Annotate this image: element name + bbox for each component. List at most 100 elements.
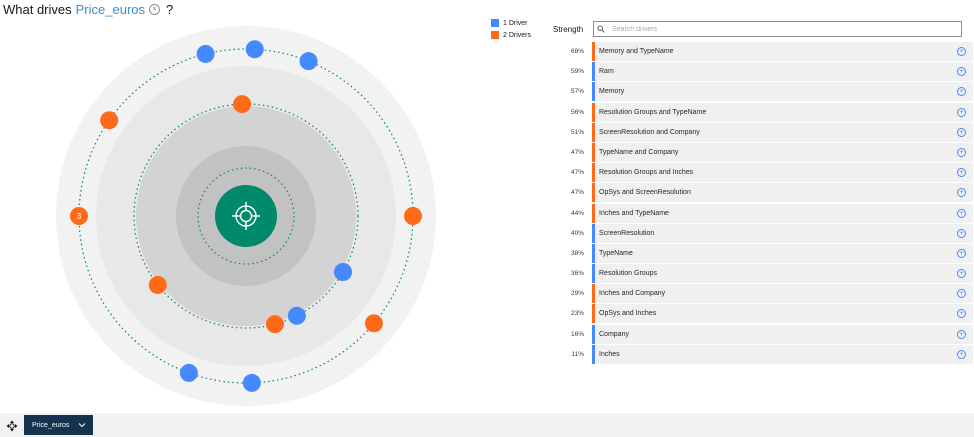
driver-cell[interactable]: TypeName and Company + xyxy=(592,142,973,162)
one-driver-node[interactable] xyxy=(287,306,306,325)
driver-row[interactable]: 47% Resolution Groups and Inches + xyxy=(560,163,973,183)
driver-orbit-chart: 3 xyxy=(56,26,436,406)
clear-target-icon[interactable]: × xyxy=(149,4,161,15)
strength-value: 36% xyxy=(570,270,584,278)
add-driver-icon[interactable]: + xyxy=(957,188,966,198)
driver-row[interactable]: 56% Resolution Groups and TypeName + xyxy=(560,102,973,122)
driver-name: ScreenResolution and Company xyxy=(599,128,700,136)
add-driver-icon[interactable]: + xyxy=(957,228,966,238)
one-driver-node[interactable] xyxy=(179,363,198,382)
driver-cell[interactable]: Memory + xyxy=(592,82,973,102)
driver-row[interactable]: 36% Resolution Groups + xyxy=(560,264,973,284)
driver-cell[interactable]: Inches and TypeName + xyxy=(592,203,973,223)
driver-cell[interactable]: Memory and TypeName + xyxy=(592,42,973,61)
driver-row[interactable]: 38% TypeName + xyxy=(560,243,973,263)
driver-row[interactable]: 40% ScreenResolution + xyxy=(560,223,973,243)
driver-cell[interactable]: ScreenResolution and Company + xyxy=(592,122,973,142)
search-icon xyxy=(594,25,608,33)
driver-cell[interactable]: Ram + xyxy=(592,62,973,82)
target-field-label: Price_euros xyxy=(32,421,70,429)
strength-column-header: Strength xyxy=(553,25,584,34)
driver-name: Inches xyxy=(599,350,620,358)
search-drivers-input[interactable] xyxy=(608,25,942,33)
driver-cell[interactable]: Resolution Groups and Inches + xyxy=(592,163,973,183)
chevron-down-icon xyxy=(78,423,86,428)
driver-row[interactable]: 16% Company + xyxy=(560,324,973,344)
target-field-dropdown[interactable]: Price_euros xyxy=(24,415,93,435)
add-driver-icon[interactable]: + xyxy=(957,309,966,319)
driver-cell[interactable]: TypeName + xyxy=(592,243,973,263)
strength-value: 59% xyxy=(570,68,584,76)
add-driver-icon[interactable]: + xyxy=(957,349,966,359)
strength-value: 29% xyxy=(570,290,584,298)
driver-row[interactable]: 44% Inches and TypeName + xyxy=(560,203,973,223)
add-driver-icon[interactable]: + xyxy=(957,107,966,117)
add-driver-icon[interactable]: + xyxy=(957,329,966,339)
driver-cell[interactable]: Resolution Groups + xyxy=(592,264,973,284)
add-driver-icon[interactable]: + xyxy=(957,147,966,157)
driver-cell[interactable]: Inches + xyxy=(592,344,973,364)
add-driver-icon[interactable]: + xyxy=(957,67,966,77)
driver-row[interactable]: 47% TypeName and Company + xyxy=(560,142,973,162)
add-driver-icon[interactable]: + xyxy=(957,87,966,97)
node-count-label: 3 xyxy=(77,212,82,221)
driver-row[interactable]: 68% Memory and TypeName + xyxy=(560,42,973,61)
add-driver-icon[interactable]: + xyxy=(957,248,966,258)
two-driver-node[interactable] xyxy=(404,207,422,225)
driver-row[interactable]: 59% Ram + xyxy=(560,62,973,82)
two-driver-node[interactable] xyxy=(148,275,167,294)
driver-cell[interactable]: OpSys and Inches + xyxy=(592,304,973,324)
strength-value: 44% xyxy=(570,209,584,217)
driver-row[interactable]: 23% OpSys and Inches + xyxy=(560,304,973,324)
driver-name: OpSys and Inches xyxy=(599,310,657,318)
legend-swatch-two-drivers xyxy=(491,31,499,39)
driver-cell[interactable]: Inches and Company + xyxy=(592,284,973,304)
driver-cell[interactable]: Company + xyxy=(592,324,973,344)
strength-value: 38% xyxy=(570,249,584,257)
driver-row[interactable]: 57% Memory + xyxy=(560,82,973,102)
legend-item-one-driver: 1 Driver xyxy=(491,17,531,29)
title-suffix: ? xyxy=(166,2,174,17)
driver-cell[interactable]: ScreenResolution + xyxy=(592,223,973,243)
one-driver-node[interactable] xyxy=(196,44,215,63)
driver-name: Inches and TypeName xyxy=(599,209,669,217)
driver-row[interactable]: 47% OpSys and ScreenResolution + xyxy=(560,183,973,203)
strength-value: 40% xyxy=(570,229,584,237)
legend-label: 1 Driver xyxy=(503,19,528,27)
driver-row[interactable]: 51% ScreenResolution and Company + xyxy=(560,122,973,142)
driver-name: Memory and TypeName xyxy=(599,48,674,55)
target-node[interactable] xyxy=(215,185,277,247)
add-driver-icon[interactable]: + xyxy=(957,269,966,279)
strength-value: 16% xyxy=(570,330,584,338)
driver-name: OpSys and ScreenResolution xyxy=(599,189,691,197)
one-driver-node[interactable] xyxy=(333,263,352,281)
legend: 1 Driver 2 Drivers xyxy=(491,17,531,41)
add-driver-icon[interactable]: + xyxy=(957,47,966,56)
add-driver-icon[interactable]: + xyxy=(957,289,966,299)
driver-cell[interactable]: Resolution Groups and TypeName + xyxy=(592,102,973,122)
one-driver-node[interactable] xyxy=(245,40,264,59)
driver-name: Memory xyxy=(599,88,625,96)
legend-item-two-drivers: 2 Drivers xyxy=(491,29,531,41)
add-driver-icon[interactable]: + xyxy=(957,208,966,218)
two-driver-node[interactable] xyxy=(364,314,383,333)
strength-value: 47% xyxy=(570,148,584,156)
driver-cell[interactable]: OpSys and ScreenResolution + xyxy=(592,183,973,203)
move-icon[interactable] xyxy=(6,419,18,437)
one-driver-node[interactable] xyxy=(299,52,318,71)
driver-row[interactable]: 11% Inches + xyxy=(560,344,973,364)
legend-label: 2 Drivers xyxy=(503,31,532,39)
strength-value: 68% xyxy=(570,48,584,55)
target-field-link[interactable]: Price_euros xyxy=(76,2,145,17)
two-driver-node[interactable] xyxy=(100,111,119,130)
strength-value: 11% xyxy=(571,350,584,358)
driver-row[interactable]: 29% Inches and Company + xyxy=(560,284,973,304)
driver-name: Ram xyxy=(599,68,614,76)
driver-name: Company xyxy=(599,330,629,338)
two-driver-node[interactable] xyxy=(265,315,284,334)
two-driver-node[interactable] xyxy=(233,95,252,114)
add-driver-icon[interactable]: + xyxy=(957,168,966,178)
add-driver-icon[interactable]: + xyxy=(957,127,966,137)
driver-name: Resolution Groups and TypeName xyxy=(599,108,707,116)
one-driver-node[interactable] xyxy=(242,373,261,392)
